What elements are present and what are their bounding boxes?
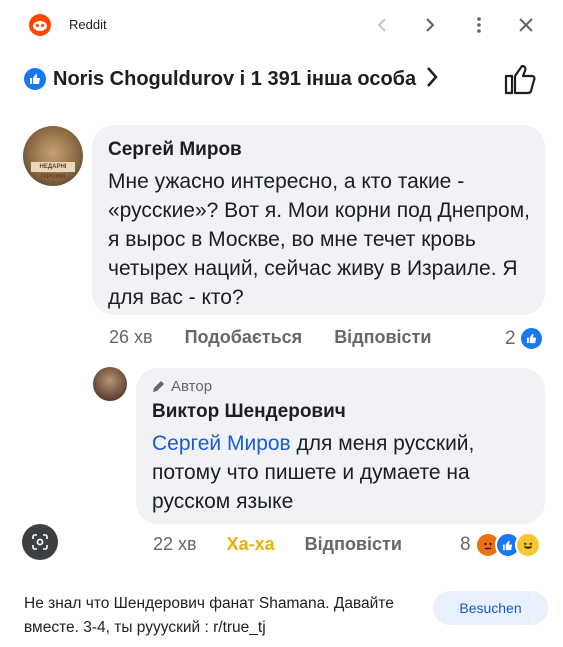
haha-reaction-icon — [514, 532, 541, 558]
chevron-right-icon[interactable] — [418, 13, 442, 37]
reaction-count[interactable]: 8 — [460, 532, 541, 558]
avatar[interactable] — [93, 367, 127, 401]
likes-text: Noris Choguldurov і 1 391 інша особа — [53, 67, 417, 90]
lens-search-button[interactable] — [22, 524, 58, 560]
haha-link[interactable]: Ха-ха — [227, 534, 275, 555]
like-reaction-icon — [518, 326, 544, 351]
reddit-logo-icon — [29, 14, 51, 36]
avatar[interactable]: НЕДАРНІ ПІРОЖИ — [23, 126, 83, 186]
app-title: Reddit — [69, 17, 107, 32]
reaction-count[interactable]: 2 — [505, 326, 544, 351]
comment-time[interactable]: 26 хв — [109, 327, 153, 348]
chevron-left-icon[interactable] — [370, 13, 394, 37]
comment-actions: 26 хв Подобається Відповісти — [109, 327, 431, 348]
more-vert-icon[interactable] — [467, 13, 491, 37]
lens-icon — [32, 534, 48, 550]
reply-author[interactable]: Виктор Шендерович — [152, 401, 346, 423]
like-link[interactable]: Подобається — [185, 327, 303, 348]
reply-time[interactable]: 22 хв — [153, 534, 197, 555]
comment-bubble: Сергей Миров Мне ужасно интересно, а кто… — [92, 125, 545, 315]
reply-link[interactable]: Відповісти — [305, 534, 402, 555]
visit-button[interactable]: Besuchen — [433, 591, 548, 625]
top-bar: Reddit — [0, 0, 563, 50]
like-outline-icon[interactable] — [503, 62, 537, 96]
pencil-icon — [153, 381, 164, 392]
reply-text: Сергей Миров для меня русский, потому чт… — [152, 432, 475, 513]
chevron-right-icon — [426, 64, 438, 95]
reply-link[interactable]: Відповісти — [334, 327, 431, 348]
author-badge: Автор — [152, 378, 212, 395]
close-icon[interactable] — [514, 13, 538, 37]
comment-text: Мне ужасно интересно, а кто такие - «рус… — [108, 170, 530, 309]
comment-author[interactable]: Сергей Миров — [108, 139, 242, 161]
image-caption[interactable]: Не знал что Шендерович фанат Shamana. Да… — [24, 592, 414, 640]
mention-link[interactable]: Сергей Миров — [152, 432, 291, 455]
like-reaction-icon — [24, 68, 46, 90]
reply-actions: 22 хв Ха-ха Відповісти — [153, 534, 402, 555]
likes-summary[interactable]: Noris Choguldurov і 1 391 інша особа — [24, 64, 438, 94]
reply-bubble: Автор Виктор Шендерович Сергей Миров для… — [136, 368, 545, 524]
post-screenshot: Noris Choguldurov і 1 391 інша особа НЕД… — [8, 50, 555, 580]
